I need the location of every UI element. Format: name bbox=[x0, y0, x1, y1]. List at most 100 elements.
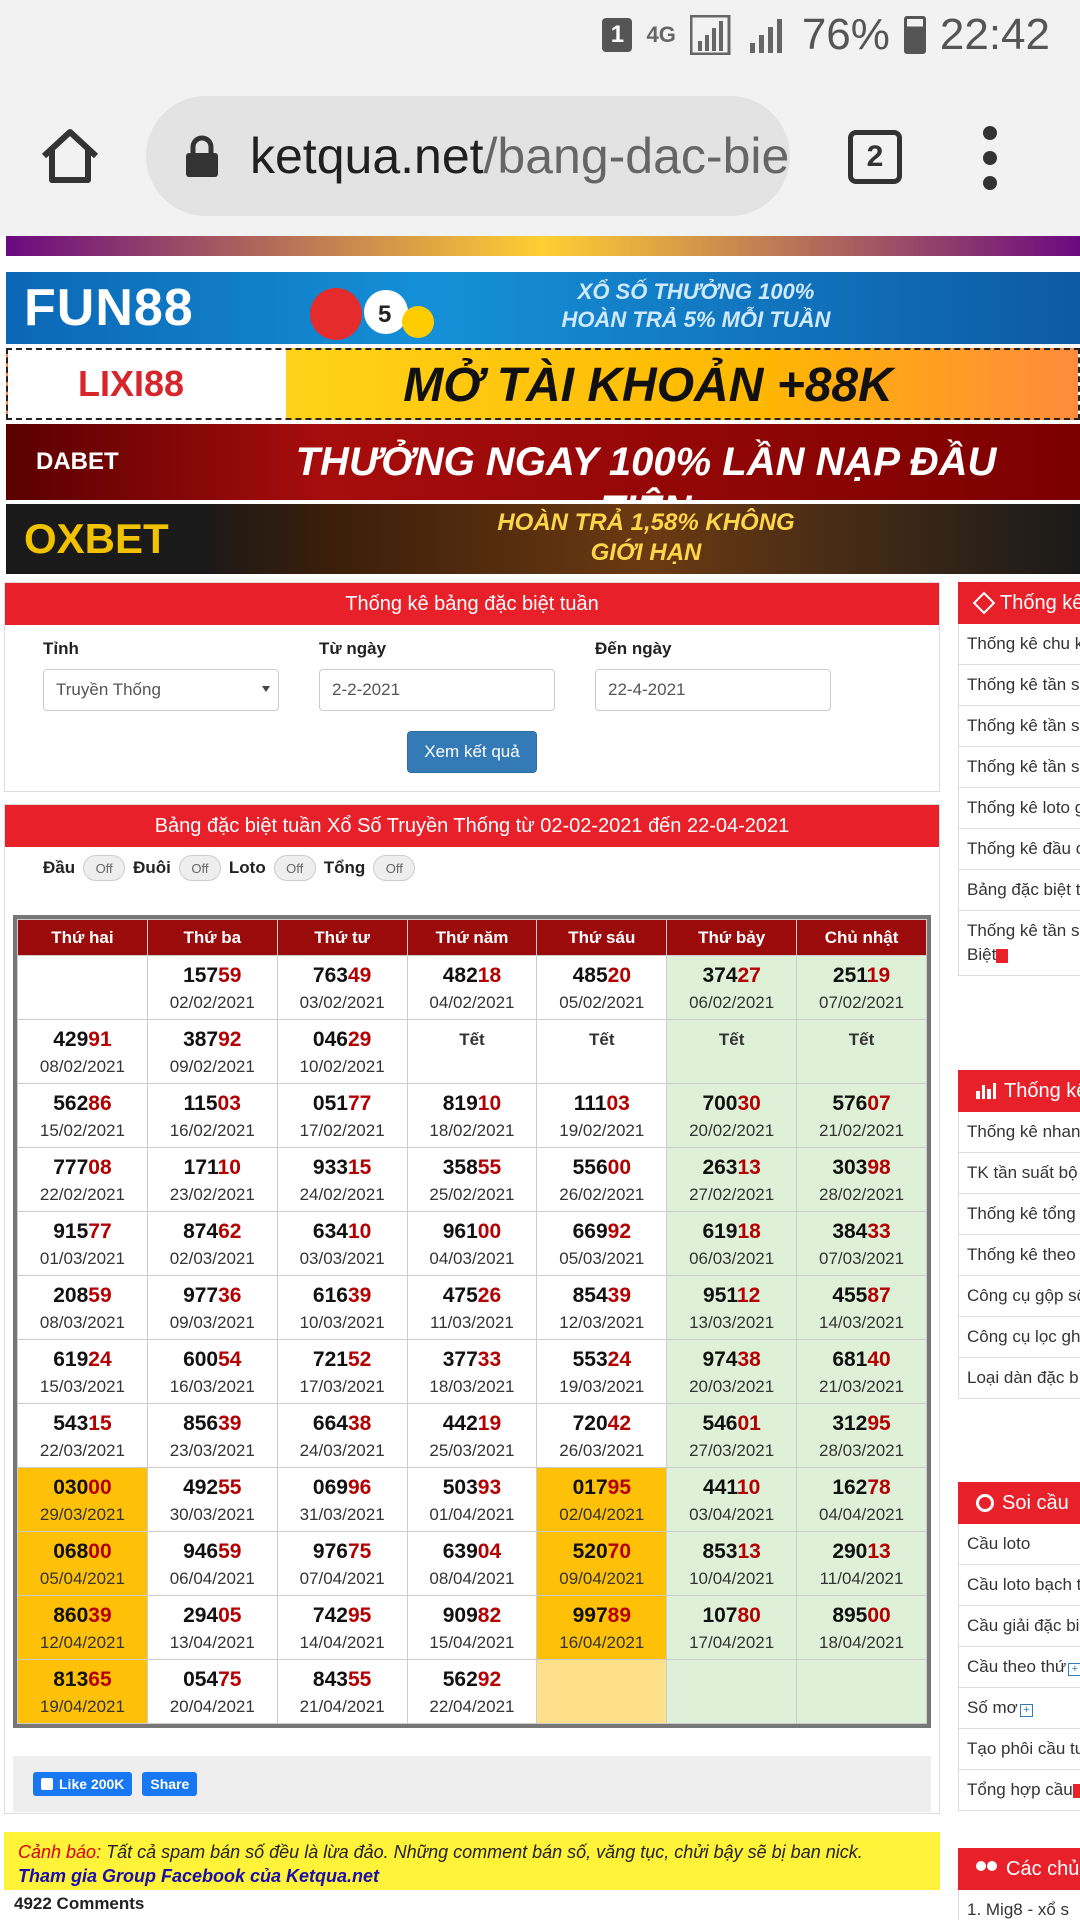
result-cell: 06996 31/03/2021 bbox=[276, 1467, 408, 1532]
sidebar-soicau-title: Soi cầu bbox=[1002, 1491, 1069, 1514]
prize-number-tail: 10 bbox=[477, 1092, 502, 1115]
table-row: 06800 05/04/2021 94659 06/04/2021 97675 07/04… bbox=[17, 1531, 927, 1596]
sidebar-link-label: 1. Mig8 - xổ s bbox=[967, 1900, 1070, 1919]
prize-number: 72152 bbox=[278, 1348, 407, 1372]
sidebar-link[interactable]: Công cụ lọc gh VIP bbox=[958, 1317, 1080, 1358]
sidebar-link[interactable]: Cầu loto bạch t bbox=[958, 1565, 1080, 1606]
prize-number-tail: 70 bbox=[607, 1540, 631, 1563]
sidebar-link-label: Công cụ lọc gh VIP bbox=[967, 1327, 1080, 1346]
from-date-group: Từ ngày 2-2-2021 bbox=[319, 639, 555, 711]
prize-date: 19/03/2021 bbox=[559, 1377, 645, 1396]
sidebar-link[interactable]: 1. Mig8 - xổ s bbox=[958, 1890, 1080, 1920]
sidebar-link[interactable]: Thống kê loto g bbox=[958, 788, 1080, 829]
sidebar-link[interactable]: Cầu loto bbox=[958, 1524, 1080, 1565]
facebook-like-button[interactable]: Like 200K bbox=[33, 1772, 133, 1796]
prize-number-head: 700 bbox=[702, 1092, 738, 1115]
sidebar-link[interactable]: Loại dàn đặc b bbox=[958, 1358, 1080, 1399]
result-cell: 81365 19/04/2021 bbox=[17, 1659, 148, 1724]
sidebar-link[interactable]: Thống kê tần s theo Đặc Biệt bbox=[958, 911, 1080, 976]
prize-date: 27/03/2021 bbox=[689, 1441, 775, 1460]
result-cell: 25119 07/02/2021 bbox=[796, 955, 927, 1020]
url-text: ketqua.net/bang-dac-bie bbox=[250, 127, 789, 185]
sidebar-section-soicau: Soi cầu Cầu loto Cầu loto bạch t Cầu giải … bbox=[958, 1482, 1080, 1811]
sidebar-link[interactable]: Cầu giải đặc bi bbox=[958, 1606, 1080, 1647]
prize-number-head: 377 bbox=[442, 1348, 478, 1371]
sidebar-link[interactable]: Số mơ + bbox=[958, 1688, 1080, 1729]
tab-switcher-button[interactable]: 2 bbox=[848, 130, 902, 184]
result-cell: 05475 20/04/2021 bbox=[146, 1659, 278, 1724]
from-date-input[interactable]: 2-2-2021 bbox=[319, 669, 555, 711]
sidebar-link[interactable]: Công cụ gộp số bbox=[958, 1276, 1080, 1317]
sidebar-link[interactable]: Tổng hợp cầu bbox=[958, 1770, 1080, 1811]
result-cell: 96100 04/03/2021 bbox=[406, 1211, 538, 1276]
prize-number: 56292 bbox=[408, 1668, 537, 1692]
sidebar-link[interactable]: Thống kê theo bbox=[958, 1235, 1080, 1276]
view-results-button[interactable]: Xem kết quả bbox=[407, 731, 537, 773]
expand-plus-icon[interactable]: + bbox=[1019, 1704, 1033, 1717]
facebook-share-button[interactable]: Share bbox=[142, 1772, 198, 1796]
ad-banner-lixi88[interactable]: LIXI88 MỞ TÀI KHOẢN +88K bbox=[6, 348, 1080, 420]
result-cell: 35855 25/02/2021 bbox=[406, 1147, 538, 1212]
prize-number: 48520 bbox=[537, 964, 666, 988]
sidebar-link[interactable]: Thống kê tổng bbox=[958, 1194, 1080, 1235]
prize-number-head: 720 bbox=[572, 1412, 608, 1435]
ad-banner-fun88[interactable]: FUN88 5 XỔ SỐ THƯỞNG 100% HOÀN TRẢ 5% MỖ… bbox=[6, 272, 1080, 344]
sidebar-link[interactable]: Thống kê đầu c bbox=[958, 829, 1080, 870]
prize-number-tail: 98 bbox=[867, 1156, 891, 1179]
result-cell: 03000 29/03/2021 bbox=[17, 1467, 148, 1532]
toggle-switch[interactable]: Off bbox=[273, 855, 316, 881]
sidebar-link[interactable]: Thống kê tần s bbox=[958, 706, 1080, 747]
prize-number: 30398 bbox=[797, 1156, 926, 1180]
expand-plus-icon[interactable]: + bbox=[1068, 1663, 1080, 1676]
url-path: /bang-dac-bie bbox=[483, 128, 790, 184]
prize-number-tail: 20 bbox=[607, 964, 631, 987]
result-cell: 10780 17/04/2021 bbox=[666, 1595, 798, 1660]
ad-banner-oxbet[interactable]: OXBET HOÀN TRẢ 1,58% KHÔNG GIỚI HẠN bbox=[6, 504, 1080, 574]
toggle-switch[interactable]: Off bbox=[178, 855, 221, 881]
toggle-switch[interactable]: Off bbox=[83, 855, 126, 881]
sidebar-link[interactable]: Tạo phôi cầu tu bbox=[958, 1729, 1080, 1770]
to-date-input[interactable]: 22-4-2021 bbox=[595, 669, 831, 711]
result-cell: 60054 16/03/2021 bbox=[146, 1339, 278, 1404]
prize-number: 89500 bbox=[797, 1604, 926, 1628]
prize-number: 87462 bbox=[148, 1220, 277, 1244]
toggle-switch[interactable]: Off bbox=[373, 855, 416, 881]
sidebar-link[interactable]: Thống kê tần s loto bbox=[958, 665, 1080, 706]
home-icon[interactable] bbox=[38, 124, 102, 188]
prize-number-tail: 82 bbox=[477, 1604, 502, 1627]
prize-number-tail: 55 bbox=[218, 1476, 242, 1499]
prize-number: 20859 bbox=[18, 1284, 147, 1308]
prize-number-head: 813 bbox=[53, 1668, 89, 1691]
prize-number: 81910 bbox=[408, 1092, 537, 1116]
result-cell: 99789 16/04/2021 bbox=[536, 1595, 668, 1660]
result-cell: 57607 21/02/2021 bbox=[796, 1083, 927, 1148]
prize-date: 21/04/2021 bbox=[299, 1697, 385, 1716]
address-bar[interactable]: ketqua.net/bang-dac-bie bbox=[146, 96, 790, 216]
result-cell: 06800 05/04/2021 bbox=[17, 1531, 148, 1596]
to-date-group: Đến ngày 22-4-2021 bbox=[595, 639, 831, 711]
bar-chart-icon bbox=[976, 1083, 996, 1099]
ad-banner-dabet[interactable]: DABET THƯỞNG NGAY 100% LẦN NẠP ĐẦU TIÊN bbox=[6, 424, 1080, 500]
sidebar-link[interactable]: Thống kê nhan bbox=[958, 1112, 1080, 1153]
ad-banner-top[interactable] bbox=[6, 236, 1080, 256]
facebook-group-link[interactable]: Tham gia Group Facebook của Ketqua.net bbox=[18, 1864, 926, 1888]
prize-number-head: 208 bbox=[53, 1284, 89, 1307]
sidebar-link[interactable]: Thống kê tần s loto bbox=[958, 747, 1080, 788]
result-cell: Tết bbox=[536, 1019, 668, 1084]
prize-number: 56286 bbox=[18, 1092, 147, 1116]
result-cell: 49255 30/03/2021 bbox=[146, 1467, 278, 1532]
sidebar-link[interactable]: TK tần suất bộ bbox=[958, 1153, 1080, 1194]
sidebar-link[interactable]: Thống kê chu k bbox=[958, 624, 1080, 665]
sim-icon: 1 bbox=[602, 18, 633, 52]
prize-number-tail: 27 bbox=[737, 964, 761, 987]
sidebar-link[interactable]: Bảng đặc biệt t bbox=[958, 870, 1080, 911]
prize-number-head: 068 bbox=[53, 1540, 89, 1563]
prize-date: 01/04/2021 bbox=[429, 1505, 515, 1524]
prize-date: 10/04/2021 bbox=[689, 1569, 775, 1588]
overflow-menu-icon[interactable] bbox=[982, 126, 998, 190]
signal-icon bbox=[689, 15, 731, 55]
sidebar-link[interactable]: Cầu theo thứ + bbox=[958, 1647, 1080, 1688]
province-select[interactable]: Truyền Thống bbox=[43, 669, 279, 711]
prize-number-head: 946 bbox=[183, 1540, 219, 1563]
prize-number-head: 263 bbox=[702, 1156, 738, 1179]
